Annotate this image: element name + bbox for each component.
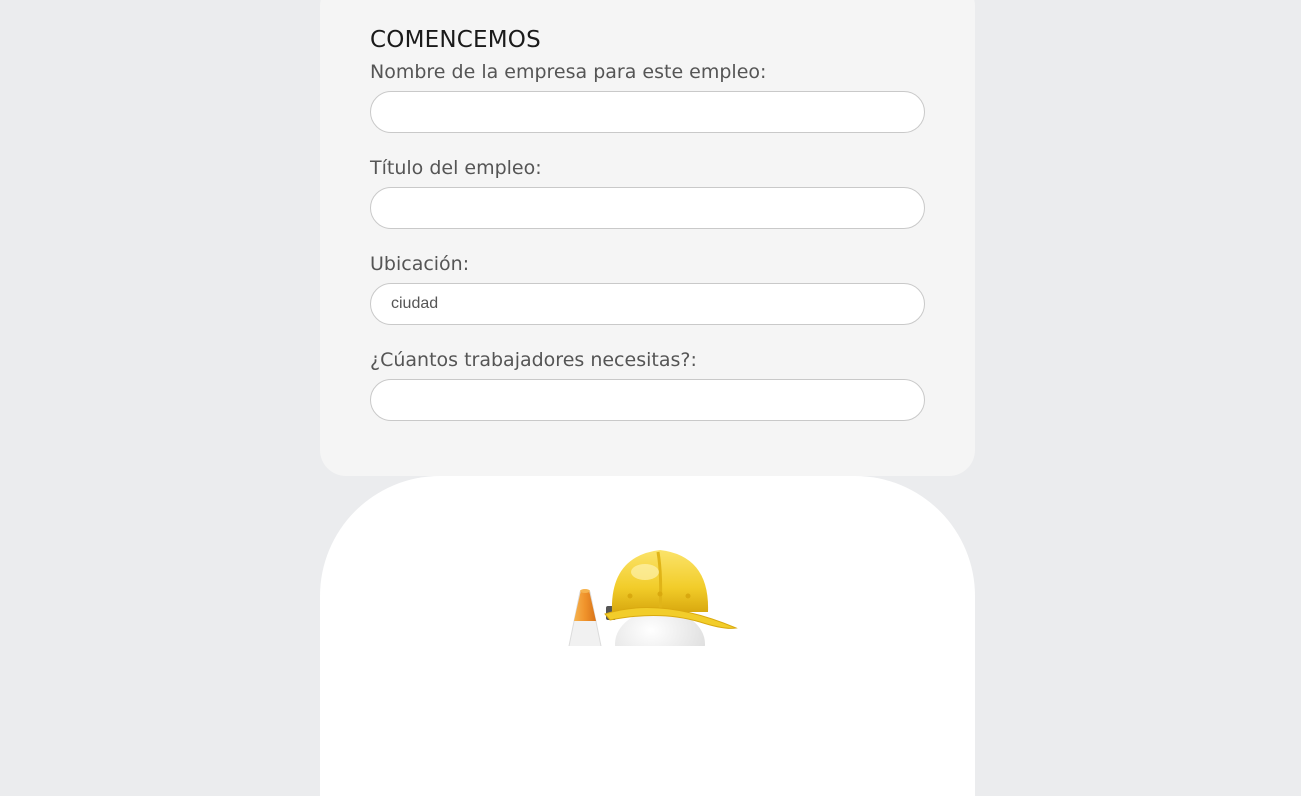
workers-count-label: ¿Cúantos trabajadores necesitas?: [370, 349, 697, 371]
location-input[interactable] [370, 283, 925, 325]
form-title: COMENCEMOS [370, 27, 541, 53]
location-label: Ubicación: [370, 253, 470, 275]
company-name-input[interactable] [370, 91, 925, 133]
company-name-label: Nombre de la empresa para este empleo: [370, 61, 767, 83]
traffic-cone-icon [568, 589, 602, 646]
workers-count-input[interactable] [370, 379, 925, 421]
construction-worker-hardhat-icon [568, 550, 738, 646]
job-title-label: Título del empleo: [370, 157, 542, 179]
job-title-input[interactable] [370, 187, 925, 229]
hard-hat-icon [604, 550, 738, 629]
job-form-card: COMENCEMOS Nombre de la empresa para est… [320, 0, 975, 476]
hero-image-card [320, 476, 975, 796]
